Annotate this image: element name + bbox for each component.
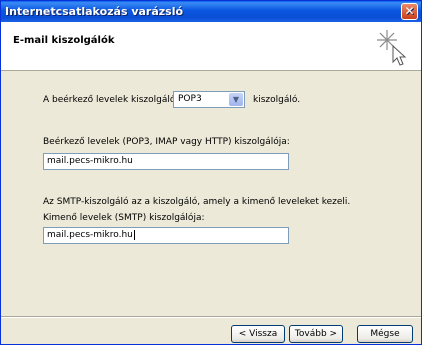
- outgoing-server-field[interactable]: mail.pecs-mikro.hu: [43, 227, 289, 244]
- next-button[interactable]: Tovább >: [289, 325, 343, 343]
- title-bar[interactable]: Internetcsatlakozás varázsló ✕: [1, 1, 421, 22]
- form-area: A beérkező levelek kiszolgálója POP3 ▼ k…: [1, 71, 421, 316]
- chevron-down-icon[interactable]: ▼: [229, 93, 243, 106]
- incoming-server-value: mail.pecs-mikro.hu: [47, 156, 133, 166]
- incoming-type-prefix-label: A beérkező levelek kiszolgálója: [43, 95, 184, 105]
- wizard-sparkle-cursor-icon: [377, 30, 407, 66]
- cancel-button[interactable]: Mégse: [357, 325, 413, 343]
- incoming-server-field[interactable]: mail.pecs-mikro.hu: [43, 153, 289, 170]
- incoming-type-suffix-label: kiszolgáló.: [253, 95, 301, 105]
- footer-divider: [1, 316, 421, 318]
- outgoing-server-value: mail.pecs-mikro.hu: [47, 230, 133, 240]
- incoming-server-type-value: POP3: [178, 94, 202, 104]
- incoming-server-label: Beérkező levelek (POP3, IMAP vagy HTTP) …: [43, 137, 290, 147]
- wizard-window: Internetcsatlakozás varázsló ✕ E-mail ki…: [0, 0, 422, 345]
- page-title: E-mail kiszolgálók: [13, 35, 115, 46]
- smtp-note: Az SMTP-kiszolgáló az a kiszolgáló, amel…: [43, 197, 351, 207]
- incoming-server-type-select[interactable]: POP3 ▼: [173, 91, 245, 108]
- wizard-header: E-mail kiszolgálók: [1, 22, 421, 71]
- text-caret: [133, 229, 135, 240]
- close-icon: ✕: [404, 4, 415, 18]
- window-title: Internetcsatlakozás varázsló: [5, 5, 184, 18]
- outgoing-server-label: Kimenő levelek (SMTP) kiszolgálója:: [43, 213, 205, 223]
- close-button[interactable]: ✕: [401, 3, 418, 20]
- back-button[interactable]: < Vissza: [231, 325, 285, 343]
